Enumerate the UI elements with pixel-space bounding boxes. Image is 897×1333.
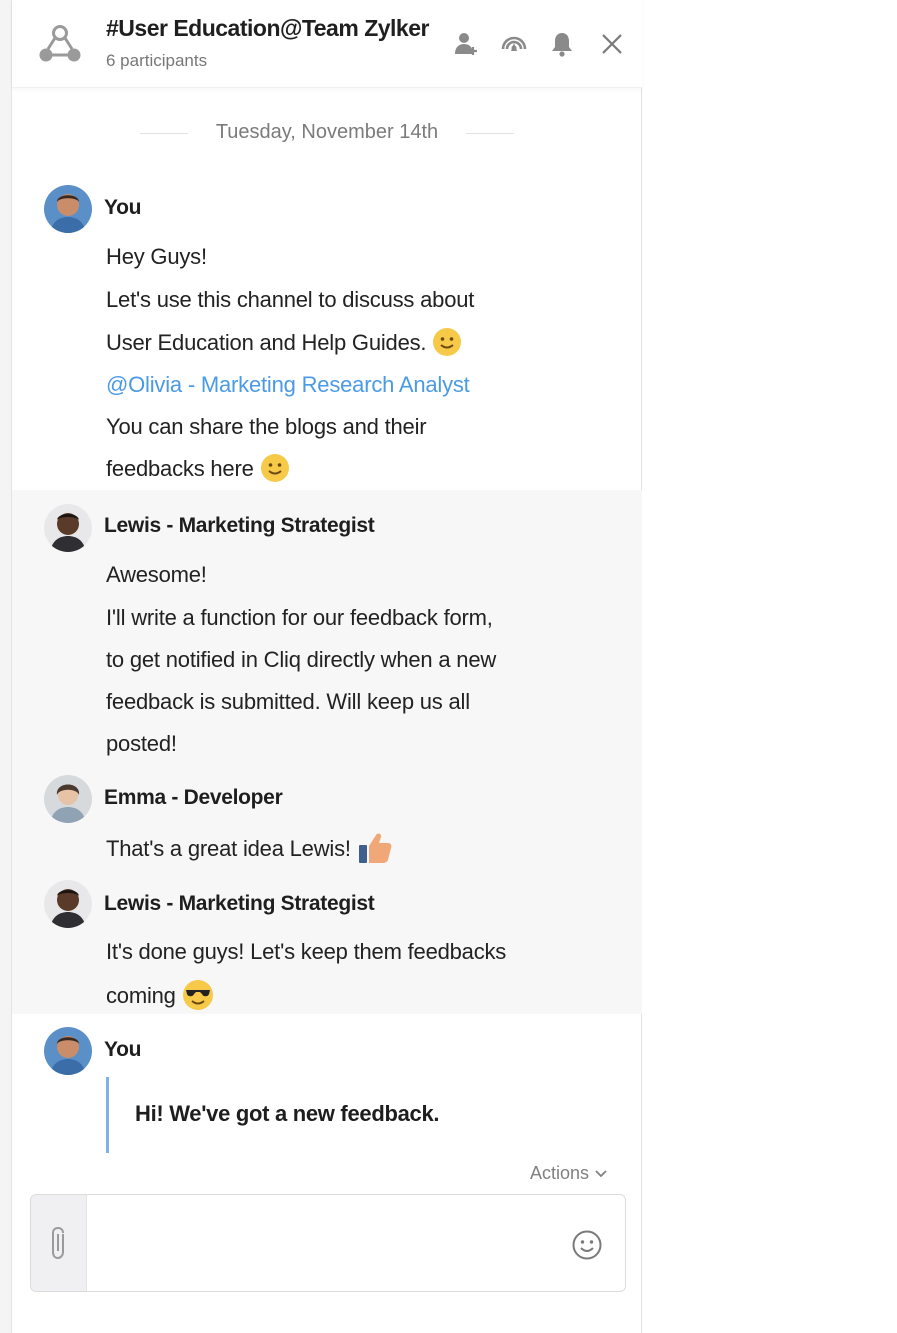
message-line: posted!	[106, 731, 177, 756]
message-text: feedbacks here	[106, 455, 254, 481]
smile-emoji-icon	[433, 328, 462, 356]
close-icon	[602, 34, 622, 54]
message-line: coming	[106, 980, 214, 1013]
add-participant-button[interactable]	[450, 28, 482, 60]
message-line: That's a great idea Lewis!	[106, 833, 393, 867]
notifications-button[interactable]	[546, 28, 578, 60]
message-text: That's a great idea Lewis!	[106, 835, 351, 861]
avatar-you[interactable]	[44, 1027, 92, 1075]
quote-block: Hi! We've got a new feedback.	[106, 1077, 606, 1153]
close-button[interactable]	[596, 28, 628, 60]
message-line: feedback is submitted. Will keep us all	[106, 689, 470, 714]
attach-button[interactable]	[31, 1195, 87, 1291]
sender-name[interactable]: You	[104, 1038, 142, 1062]
message-composer	[30, 1194, 626, 1292]
emoji-picker-icon[interactable]	[571, 1229, 603, 1261]
actions-dropdown[interactable]: Actions	[530, 1163, 607, 1184]
message-line: I'll write a function for our feedback f…	[106, 605, 493, 630]
message-line: feedbacks here	[106, 454, 290, 485]
chat-panel: #User Education@Team Zylker 6 participan…	[12, 0, 642, 1333]
date-divider: Tuesday, November 14th	[12, 118, 642, 148]
quote-text: Hi! We've got a new feedback.	[135, 1101, 440, 1126]
sender-name[interactable]: Lewis - Marketing Strategist	[104, 892, 375, 916]
message-group: You Hey Guys! Let's use this channel to …	[12, 170, 642, 490]
add-participant-icon	[455, 33, 477, 55]
message-text: coming	[106, 982, 176, 1008]
message-line: User Education and Help Guides.	[106, 328, 462, 359]
chat-header: #User Education@Team Zylker 6 participan…	[12, 0, 642, 88]
message-line: Let's use this channel to discuss about	[106, 287, 475, 312]
message-line: Awesome!	[106, 562, 207, 587]
left-edge-strip	[0, 0, 12, 1333]
avatar-emma[interactable]	[44, 775, 92, 823]
sunglasses-emoji-icon	[182, 980, 213, 1010]
sender-name[interactable]: Lewis - Marketing Strategist	[104, 514, 375, 538]
message-text: User Education and Help Guides.	[106, 329, 427, 355]
sender-name[interactable]: You	[104, 196, 142, 220]
broadcast-icon	[501, 36, 527, 51]
mention-link[interactable]: @Olivia - Marketing Research Analyst	[106, 372, 470, 398]
smile-emoji-icon	[260, 454, 289, 482]
message-line: Hey Guys!	[106, 244, 207, 269]
message-line: to get notified in Cliq directly when a …	[106, 647, 497, 672]
actions-label: Actions	[530, 1163, 590, 1183]
thumbs-up-emoji-icon	[358, 833, 392, 863]
avatar-you[interactable]	[44, 185, 92, 233]
participant-count[interactable]: 6 participants	[106, 51, 207, 71]
avatar-lewis[interactable]	[44, 504, 92, 552]
message-line: It's done guys! Let's keep them feedback…	[106, 939, 507, 964]
message-line: You can share the blogs and their	[106, 414, 427, 439]
broadcast-button[interactable]	[498, 28, 530, 60]
avatar-lewis[interactable]	[44, 880, 92, 928]
bell-icon	[552, 33, 572, 57]
message-input[interactable]	[101, 1225, 561, 1261]
channel-group-icon	[39, 25, 81, 62]
date-divider-label: Tuesday, November 14th	[215, 121, 439, 143]
chevron-down-icon	[595, 1170, 607, 1178]
channel-title: #User Education@Team Zylker	[106, 15, 429, 41]
paperclip-icon	[51, 1226, 64, 1260]
date-divider-line-right	[466, 133, 514, 134]
message-group-shaded: Lewis - Marketing Strategist Awesome! I'…	[12, 490, 642, 1014]
sender-name[interactable]: Emma - Developer	[104, 786, 283, 810]
